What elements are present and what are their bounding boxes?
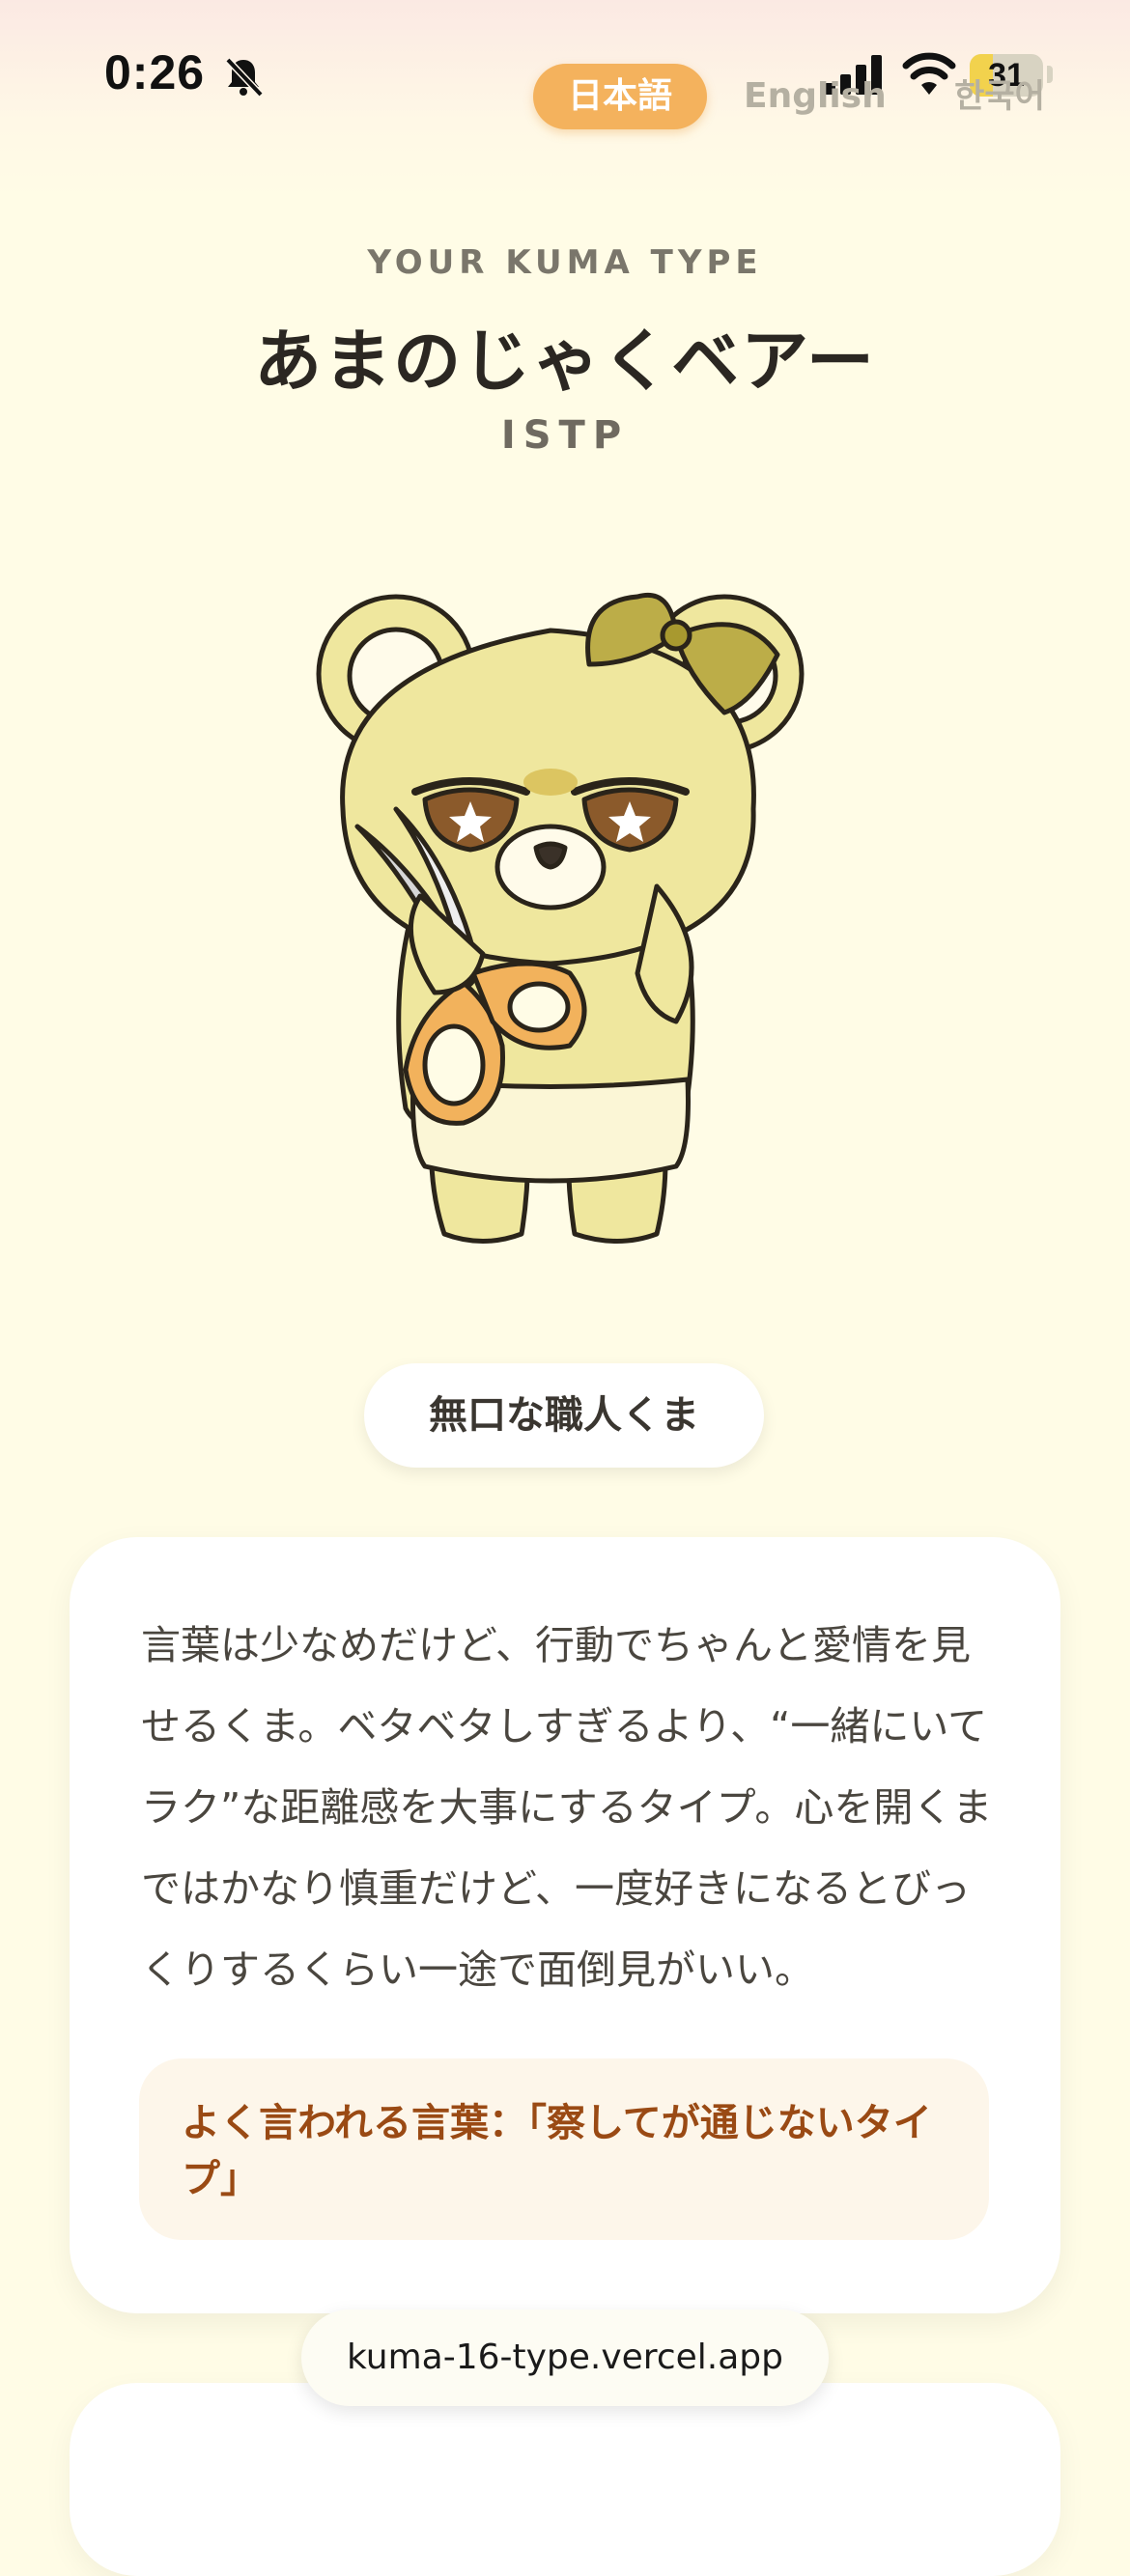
language-button-japanese[interactable]: 日本語 xyxy=(533,64,707,129)
language-button-english[interactable]: English xyxy=(744,64,887,129)
language-button-korean[interactable]: 한국어 xyxy=(946,64,1053,129)
bell-slash-icon xyxy=(225,57,264,98)
browser-url-bar[interactable]: kuma-16-type.vercel.app xyxy=(301,2310,829,2406)
next-card xyxy=(70,2383,1060,2576)
quote-box: よく言われる言葉：「察してが通じないタイプ」 xyxy=(139,2058,989,2240)
bear-illustration xyxy=(316,593,805,1244)
type-name: あまのじゃくベアー xyxy=(254,322,876,401)
status-time: 0:26 xyxy=(104,45,206,99)
nickname-badge: 無口な職人くま xyxy=(364,1363,764,1468)
mbti-code: ISTP xyxy=(500,413,630,458)
result-eyebrow: YOUR KUMA TYPE xyxy=(367,243,763,282)
description-text: 言葉は少なめだけど、行動でちゃんと愛情を見せるくま。ベタベタしすぎるより、“一緒… xyxy=(141,1622,993,1993)
description-card: 言葉は少なめだけど、行動でちゃんと愛情を見せるくま。ベタベタしすぎるより、“一緒… xyxy=(70,1537,1060,2313)
